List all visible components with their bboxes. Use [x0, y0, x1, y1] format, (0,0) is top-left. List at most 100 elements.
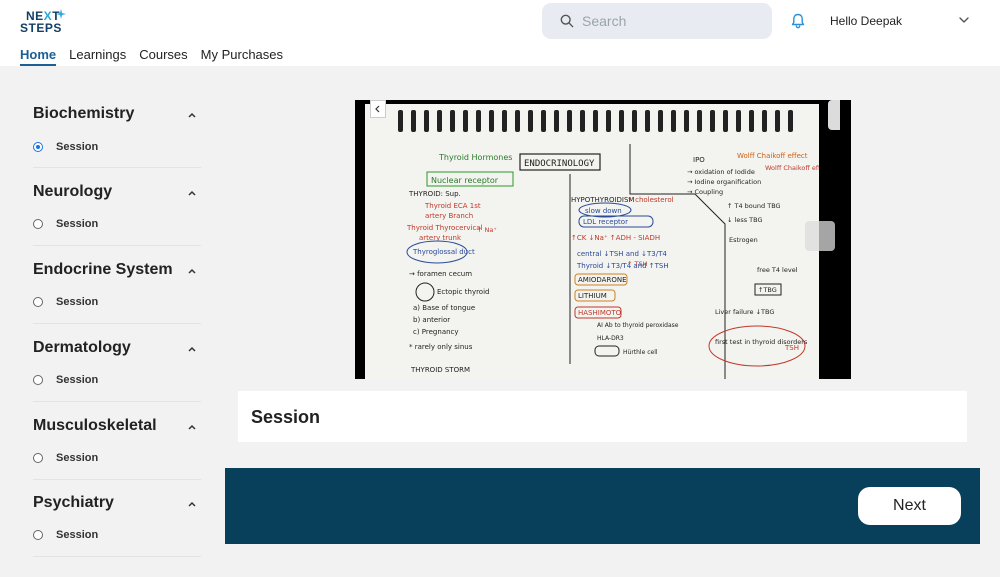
caret-up-icon[interactable]	[187, 188, 197, 198]
nav-home[interactable]: Home	[20, 47, 57, 66]
session-label: Session	[56, 218, 99, 230]
section-title[interactable]: Psychiatry	[33, 494, 114, 512]
caret-up-icon[interactable]	[187, 110, 197, 120]
note-line: Wolff Chaikoff effect	[737, 152, 808, 160]
note-line: → oxidation of Iodide	[687, 168, 755, 176]
note-line: TSH	[784, 344, 799, 352]
note-line: ↑ T4 bound TBG	[727, 202, 781, 210]
radio-unselected[interactable]	[33, 375, 43, 385]
video-overlay-control[interactable]	[805, 221, 835, 251]
caret-up-icon[interactable]	[187, 499, 197, 509]
notes-left-top: Thyroid Hormones	[438, 153, 512, 162]
note-line: ↑ Na⁺	[477, 226, 497, 234]
section-title[interactable]: Endocrine System	[33, 261, 173, 279]
search-input[interactable]	[582, 13, 762, 29]
note-line: c) Pregnancy	[413, 328, 459, 336]
note-line: ↑ cholesterol	[627, 196, 674, 204]
note-line: Estrogen	[729, 236, 758, 244]
notes-heading: ENDOCRINOLOGY	[524, 159, 595, 169]
note-line: LDL receptor	[583, 218, 628, 226]
next-button[interactable]: Next	[858, 487, 961, 525]
note-line: AI Ab to thyroid peroxidase	[597, 322, 679, 329]
note-line: IPO	[693, 156, 705, 164]
video-side-tab[interactable]	[828, 100, 840, 130]
nav-courses[interactable]: Courses	[139, 47, 187, 66]
bell-icon[interactable]	[790, 13, 806, 29]
session-item[interactable]: Session	[33, 452, 98, 464]
sidebar-section-biochemistry: Biochemistry Session	[33, 102, 201, 168]
note-line: Thyroglossal duct	[412, 248, 475, 256]
note-line: artery Branch	[425, 212, 473, 220]
sidebar-section-dermatology: Dermatology Session	[33, 336, 201, 402]
radio-unselected[interactable]	[33, 530, 43, 540]
caret-up-icon[interactable]	[187, 344, 197, 354]
chevron-down-icon[interactable]	[958, 14, 970, 26]
note-line: → Coupling	[687, 188, 723, 196]
notes-left-box: Nuclear receptor	[431, 176, 499, 185]
search-box[interactable]	[542, 3, 772, 39]
notes-image: ENDOCRINOLOGY Thyroid Hormones Nuclear r…	[365, 104, 819, 379]
caret-up-icon[interactable]	[187, 422, 197, 432]
session-item[interactable]: Session	[33, 296, 98, 308]
session-item[interactable]: Session	[33, 529, 98, 541]
note-line: b) anterior	[413, 316, 450, 324]
note-line: ↑CK ↓Na⁺ ↑ADH - SIADH	[571, 234, 660, 242]
sidebar-section-neurology: Neurology Session	[33, 180, 201, 246]
section-title[interactable]: Musculoskeletal	[33, 417, 157, 435]
radio-unselected[interactable]	[33, 219, 43, 229]
session-label: Session	[56, 141, 99, 153]
video-player[interactable]: ENDOCRINOLOGY Thyroid Hormones Nuclear r…	[355, 100, 851, 379]
main-nav: Home Learnings Courses My Purchases	[20, 47, 296, 66]
note-line: Ectopic thyroid	[437, 288, 489, 296]
note-line: central ↓TSH and ↓T3/T4	[577, 250, 667, 258]
user-greeting[interactable]: Hello Deepak	[830, 14, 902, 28]
session-item[interactable]: Session	[33, 141, 98, 153]
note-line: THYROID: Sup.	[408, 190, 461, 198]
section-title[interactable]: Neurology	[33, 183, 112, 201]
note-line: Liver failure ↓TBG	[715, 308, 774, 316]
note-line: ↑TBG	[758, 286, 777, 294]
note-line: Hürthle cell	[623, 349, 658, 356]
session-label: Session	[56, 296, 99, 308]
nav-my-purchases[interactable]: My Purchases	[201, 47, 283, 66]
brand-logo[interactable]: NEXT STEPS	[20, 9, 68, 35]
note-line: Thyroid ECA 1st	[424, 202, 481, 210]
radio-unselected[interactable]	[33, 297, 43, 307]
nav-learnings[interactable]: Learnings	[69, 47, 126, 66]
session-label: Session	[56, 374, 99, 386]
session-label: Session	[56, 529, 99, 541]
top-header: NEXT STEPS Hello Deepak Home Learnings C…	[0, 0, 1000, 66]
note-line: Thyroid ↓T3/T4 and ↑TSH	[576, 262, 669, 270]
chevron-left-icon	[375, 105, 380, 113]
session-label: Session	[56, 452, 99, 464]
session-card: Session	[238, 391, 967, 442]
note-line: a) Base of tongue	[413, 304, 475, 312]
note-line: free T4 level	[757, 266, 798, 274]
logo-line2: STEPS	[20, 21, 62, 35]
note-line: HLA-DR3	[597, 335, 624, 342]
section-title[interactable]: Dermatology	[33, 339, 131, 357]
note-line: slow down	[585, 207, 622, 215]
note-line: ↓ less TBG	[727, 216, 763, 224]
search-icon	[560, 14, 574, 28]
session-title: Session	[251, 407, 321, 427]
note-line: LITHIUM	[578, 292, 607, 300]
note-line: AMIODARONE	[578, 276, 627, 284]
footer-action-bar: Next	[225, 468, 980, 544]
radio-unselected[interactable]	[33, 453, 43, 463]
session-item[interactable]: Session	[33, 218, 98, 230]
note-line: ↑ TSH	[627, 260, 648, 268]
caret-up-icon[interactable]	[187, 266, 197, 276]
sidebar-section-psychiatry: Psychiatry Session	[33, 491, 201, 557]
video-prev-button[interactable]	[370, 100, 386, 118]
radio-selected[interactable]	[33, 142, 43, 152]
sidebar-section-endocrine-system: Endocrine System Session	[33, 258, 201, 324]
note-line: * rarely only sinus	[409, 343, 473, 351]
note-line: → foramen cecum	[409, 270, 472, 278]
note-line: HASHIMOTO	[578, 309, 622, 317]
section-title[interactable]: Biochemistry	[33, 105, 134, 123]
course-sidebar: Biochemistry Session Neurology Session E…	[0, 66, 218, 577]
sidebar-section-musculoskeletal: Musculoskeletal Session	[33, 414, 201, 480]
session-item[interactable]: Session	[33, 374, 98, 386]
note-line: THYROID STORM	[410, 366, 470, 374]
